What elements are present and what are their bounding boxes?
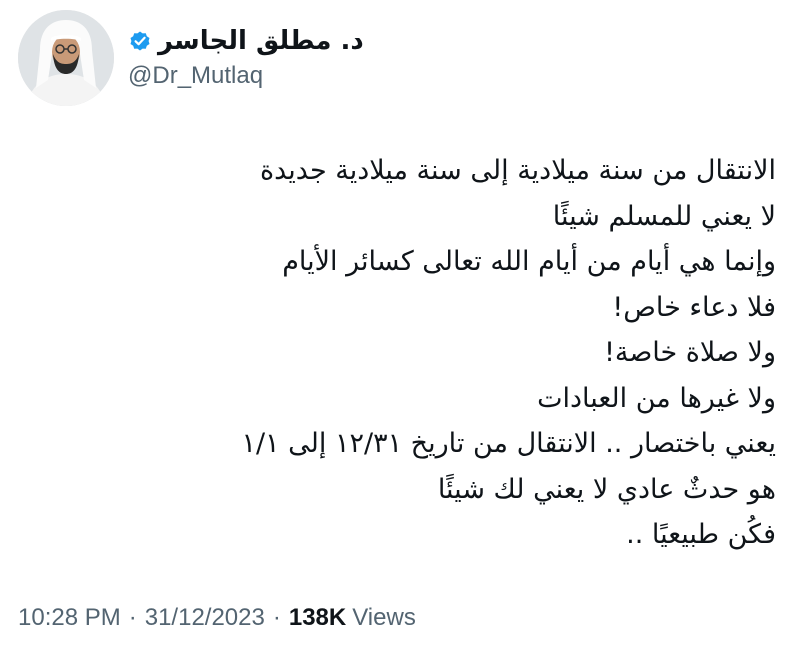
author-names: د. مطلق الجاسر @Dr_Mutlaq bbox=[128, 24, 364, 92]
avatar-image bbox=[18, 10, 114, 106]
tweet-line: فلا دعاء خاص! bbox=[612, 291, 776, 323]
tweet-line: هو حدثٌ عادي لا يعني لك شيئًا bbox=[437, 473, 776, 505]
tweet-time[interactable]: 10:28 PM bbox=[18, 604, 121, 632]
tweet-line: وإنما هي أيام من أيام الله تعالى كسائر ا… bbox=[282, 246, 776, 277]
tweet-line: لا يعني للمسلم شيئًا bbox=[552, 200, 776, 232]
tweet-header: د. مطلق الجاسر @Dr_Mutlaq bbox=[18, 10, 364, 106]
verified-badge-icon[interactable] bbox=[128, 29, 152, 53]
tweet-text: الانتقال من سنة ميلادية إلى سنة ميلادية … bbox=[16, 148, 776, 558]
tweet-line: يعني باختصار .. الانتقال من تاريخ ١٢/٣١ … bbox=[241, 428, 776, 459]
author-handle[interactable]: @Dr_Mutlaq bbox=[128, 60, 364, 92]
meta-separator: · bbox=[128, 604, 137, 631]
views-label: Views bbox=[352, 604, 416, 631]
tweet-line: ولا غيرها من العبادات bbox=[537, 382, 776, 414]
tweet-line: الانتقال من سنة ميلادية إلى سنة ميلادية … bbox=[259, 155, 776, 186]
tweet-date[interactable]: 31/12/2023 bbox=[145, 604, 265, 632]
tweet-meta: 10:28 PM · 31/12/2023 · 138K Views bbox=[18, 604, 416, 632]
tweet-card: د. مطلق الجاسر @Dr_Mutlaq الانتقال من سن… bbox=[0, 0, 800, 664]
avatar[interactable] bbox=[18, 10, 114, 106]
tweet-line: فكُن طبيعيًا .. bbox=[626, 519, 776, 550]
name-row: د. مطلق الجاسر bbox=[128, 24, 364, 58]
meta-separator: · bbox=[272, 604, 281, 631]
views-count: 138K bbox=[288, 604, 347, 631]
display-name[interactable]: د. مطلق الجاسر bbox=[158, 24, 364, 58]
tweet-line: ولا صلاة خاصة! bbox=[604, 337, 776, 368]
